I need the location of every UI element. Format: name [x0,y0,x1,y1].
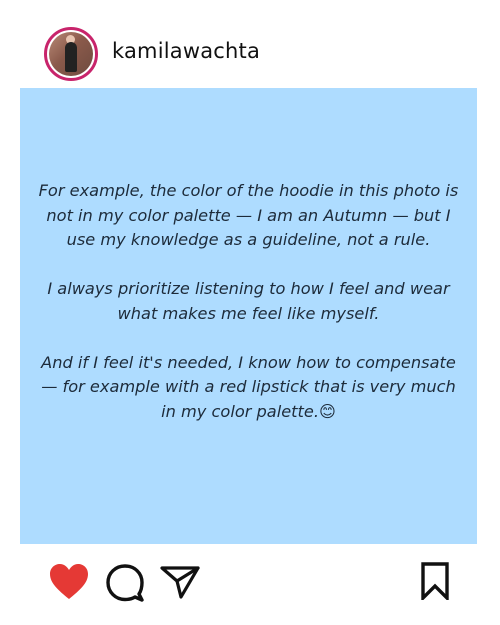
post-actions [0,556,500,606]
comment-icon[interactable] [105,564,145,602]
post-text: For example, the color of the hoodie in … [34,179,463,424]
post-image: For example, the color of the hoodie in … [20,88,477,544]
avatar-photo [49,32,93,76]
username[interactable]: kamilawachta [112,38,260,64]
bookmark-icon[interactable] [420,562,450,600]
post-paragraph-1: For example, the color of the hoodie in … [38,181,459,249]
avatar[interactable] [44,27,98,81]
post-paragraph-2: I always prioritize listening to how I f… [47,279,450,323]
post-paragraph-3: And if I feel it's needed, I know how to… [41,352,456,421]
heart-icon[interactable] [48,563,90,601]
post-header: kamilawachta [0,0,500,88]
paper-plane-icon[interactable] [160,565,200,599]
